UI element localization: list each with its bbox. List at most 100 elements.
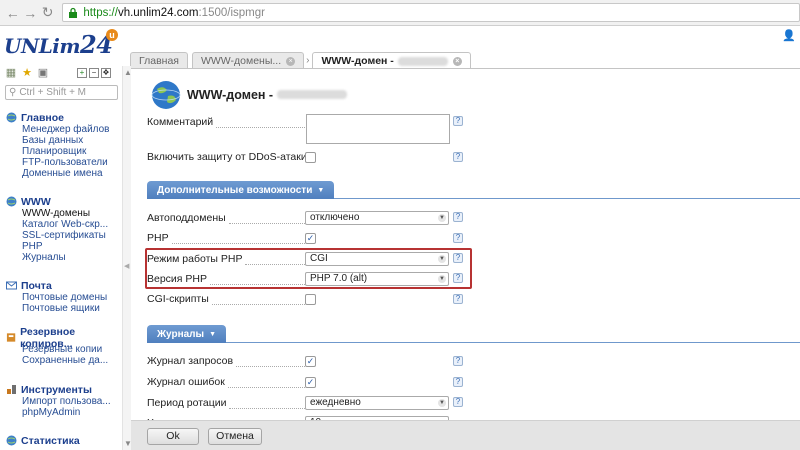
sidebar-item-databases[interactable]: Базы данных — [6, 135, 110, 146]
help-icon[interactable]: ? — [453, 152, 463, 162]
ok-button[interactable]: Ok — [147, 428, 199, 445]
sidebar-item-www-domains[interactable]: WWW-домены — [6, 208, 108, 219]
ddos-checkbox[interactable] — [305, 152, 316, 163]
comment-textarea[interactable] — [306, 114, 450, 144]
sidebar-section-header[interactable]: WWW — [6, 195, 108, 208]
sidebar-item-ssl[interactable]: SSL-сертификаты — [6, 230, 108, 241]
sidebar-item-logs[interactable]: Журналы — [6, 252, 108, 263]
sidebar-section-header[interactable]: Инструменты — [6, 383, 111, 396]
section-extra-toggle[interactable]: Дополнительные возможности ▼ — [147, 181, 335, 199]
sidebar-section-header[interactable]: Почта — [6, 279, 107, 292]
reload-icon[interactable]: ↻ — [39, 4, 56, 22]
expand-icon[interactable]: + — [77, 68, 87, 78]
sidebar-section-backup: Резервное копиров... Резервные копии Сох… — [6, 326, 122, 366]
close-icon[interactable]: × — [286, 56, 296, 66]
sidebar-scrollbar[interactable]: ▲ ◀ ▼ — [122, 66, 132, 450]
url-scheme: https:// — [83, 6, 118, 19]
close-icon[interactable]: × — [452, 56, 462, 66]
page-title: WWW-домен - — [187, 88, 348, 102]
error-log-label: Журнал ошибок — [147, 376, 305, 388]
lock-icon — [69, 7, 78, 18]
tab-label: Главная — [139, 55, 179, 67]
section-logs-toggle[interactable]: Журналы ▼ — [147, 325, 227, 343]
caret-down-icon: ▼ — [317, 186, 325, 194]
search-placeholder: Ctrl + Shift + M — [19, 87, 87, 98]
forward-icon[interactable]: → — [21, 4, 38, 22]
briefcase-icon[interactable]: ▣ — [37, 67, 49, 79]
sidebar-item-web-scripts[interactable]: Каталог Web-скр... — [6, 219, 108, 230]
ddos-row: Включить защиту от DDoS-атаки ? — [147, 148, 467, 166]
sidebar-section-header[interactable]: Главное — [6, 111, 110, 124]
tools-icon — [7, 385, 16, 394]
tab-label: WWW-домены... — [200, 55, 282, 67]
tab-label: WWW-домен - — [321, 55, 394, 67]
url-path: :1500/ispmgr — [198, 6, 265, 19]
section-logs-bar: Журналы ▼ — [147, 325, 800, 343]
tab-bar: Главная WWW-домены... × › WWW-домен - × — [130, 52, 475, 69]
help-icon[interactable]: ? — [453, 233, 463, 243]
cgi-label: CGI-скрипты — [147, 293, 305, 305]
pin-icon[interactable]: ❖ — [101, 68, 111, 78]
chevron-down-icon: ▼ — [438, 214, 446, 222]
sidebar-item-ftp-users[interactable]: FTP-пользователи — [6, 157, 110, 168]
tab-www-domains[interactable]: WWW-домены... × — [191, 52, 305, 69]
rotation-row: Период ротации ежедневно ▼ ? — [147, 394, 467, 412]
help-icon[interactable]: ? — [453, 397, 463, 407]
address-bar[interactable]: https://vh.unlim24.com:1500/ispmgr — [62, 3, 800, 22]
sidebar-section-header[interactable]: Резервное копиров... — [6, 326, 122, 350]
form-footer: Ok Отмена — [131, 420, 800, 450]
section-extra-bar: Дополнительные возможности ▼ — [147, 181, 800, 199]
cgi-checkbox[interactable] — [305, 294, 316, 305]
help-icon[interactable]: ? — [453, 116, 463, 126]
help-icon[interactable]: ? — [453, 377, 463, 387]
sidebar-section-tools: Инструменты Импорт пользова... phpMyAdmi… — [6, 383, 111, 418]
globe-icon — [151, 81, 181, 109]
php-label: PHP — [147, 232, 305, 244]
globe-icon — [6, 196, 17, 207]
help-icon[interactable]: ? — [453, 212, 463, 222]
php-checkbox[interactable]: ✓ — [305, 233, 316, 244]
sidebar-item-domain-names[interactable]: Доменные имена — [6, 168, 110, 179]
tab-www-domain[interactable]: WWW-домен - × — [312, 52, 471, 69]
logo[interactable]: UNLim24 u — [0, 27, 122, 65]
rotation-select[interactable]: ежедневно ▼ — [305, 396, 449, 410]
sidebar-section-header[interactable]: Статистика — [6, 434, 80, 447]
autosub-select[interactable]: отключено ▼ — [305, 211, 449, 225]
sidebar: ▦ ★ ▣ + − ❖ ⚲ Ctrl + Shift + M Главное М… — [0, 66, 122, 450]
sidebar-item-saved-data[interactable]: Сохраненные да... — [6, 355, 122, 366]
collapse-icon[interactable]: − — [89, 68, 99, 78]
star-icon[interactable]: ★ — [21, 67, 33, 79]
back-icon[interactable]: ← — [4, 4, 21, 22]
caret-down-icon: ▼ — [209, 330, 217, 338]
grid-icon[interactable]: ▦ — [5, 67, 17, 79]
rotation-label: Период ротации — [147, 397, 305, 409]
redacted-domain — [277, 90, 348, 99]
cancel-button[interactable]: Отмена — [208, 428, 262, 445]
url-host: vh.unlim24.com — [117, 6, 199, 19]
sidebar-item-scheduler[interactable]: Планировщик — [6, 146, 110, 157]
user-icon[interactable]: 👤 — [782, 29, 796, 42]
sidebar-section-mail: Почта Почтовые домены Почтовые ящики — [6, 279, 107, 314]
cgi-row: CGI-скрипты ? — [147, 290, 467, 308]
error-log-checkbox[interactable]: ✓ — [305, 377, 316, 388]
sidebar-item-mail-domains[interactable]: Почтовые домены — [6, 292, 107, 303]
menu-search-input[interactable]: ⚲ Ctrl + Shift + M — [5, 85, 118, 100]
page-header: WWW-домен - — [151, 80, 348, 110]
sidebar-item-mailboxes[interactable]: Почтовые ящики — [6, 303, 107, 314]
help-icon[interactable]: ? — [453, 356, 463, 366]
sidebar-item-php[interactable]: PHP — [6, 241, 108, 252]
sidebar-item-phpmyadmin[interactable]: phpMyAdmin — [6, 407, 111, 418]
highlight-frame — [145, 248, 472, 289]
archive-icon — [6, 333, 16, 342]
browser-toolbar: ← → ↻ https://vh.unlim24.com:1500/ispmgr — [0, 0, 800, 26]
help-icon[interactable]: ? — [453, 294, 463, 304]
autosub-label: Автоподдомены — [147, 212, 305, 224]
globe-icon — [6, 435, 17, 446]
access-log-checkbox[interactable]: ✓ — [305, 356, 316, 367]
tab-home[interactable]: Главная — [130, 52, 188, 69]
sidebar-item-import-users[interactable]: Импорт пользова... — [6, 396, 111, 407]
sidebar-item-file-manager[interactable]: Менеджер файлов — [6, 124, 110, 135]
splitter-handle-icon[interactable]: ◀ — [124, 262, 129, 270]
sidebar-section-www: WWW WWW-домены Каталог Web-скр... SSL-се… — [6, 195, 108, 263]
logo-badge: u — [106, 29, 118, 41]
